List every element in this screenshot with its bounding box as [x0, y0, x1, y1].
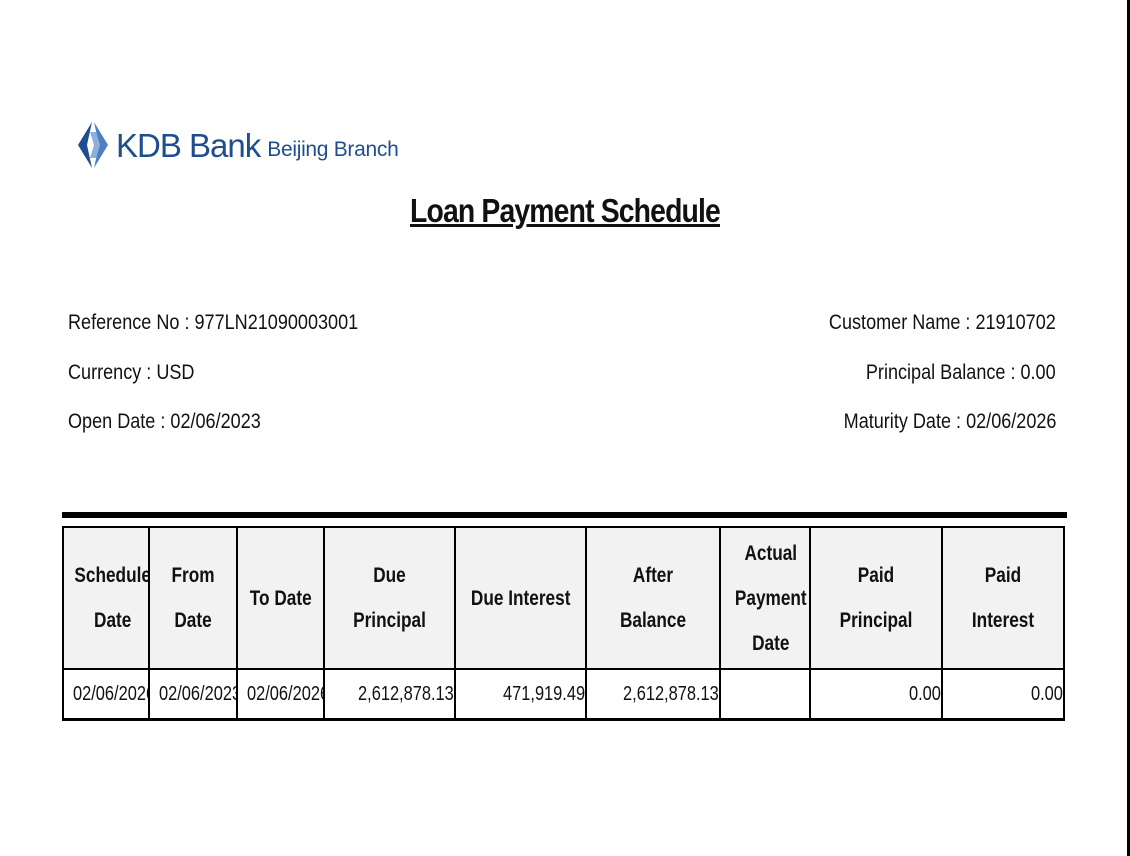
cell-paid-interest: 0.00 — [941, 668, 1065, 721]
header-actual-payment-date: Actual Payment Date — [719, 526, 811, 670]
currency: Currency : USD — [68, 361, 195, 384]
header-to-date: To Date — [236, 526, 325, 670]
section-divider — [62, 512, 1067, 518]
cell-after-balance: 2,612,878.13 — [585, 668, 721, 721]
cell-paid-principal: 0.00 — [809, 668, 943, 721]
open-date: Open Date : 02/06/2023 — [68, 410, 261, 433]
header-schedule-date: Schedule Date — [62, 526, 150, 670]
cell-due-principal: 2,612,878.13 — [323, 668, 456, 721]
branch-name: Beijing Branch — [267, 138, 399, 161]
customer-name: Customer Name : 21910702 — [829, 311, 1056, 334]
maturity-date: Maturity Date : 02/06/2026 — [843, 410, 1056, 433]
table-row: 02/06/2026 02/06/2023 02/06/2026 2,612,8… — [62, 668, 1065, 721]
payment-schedule-table: Schedule Date From Date To Date Due Prin… — [62, 526, 1065, 721]
header-paid-interest: Paid Interest — [941, 526, 1065, 670]
document-title: Loan Payment Schedule — [410, 192, 721, 229]
header-due-interest: Due Interest — [454, 526, 587, 670]
cell-schedule-date: 02/06/2026 — [62, 668, 150, 721]
reference-no: Reference No : 977LN21090003001 — [68, 311, 359, 334]
cell-to-date: 02/06/2026 — [236, 668, 325, 721]
header-paid-principal: Paid Principal — [809, 526, 943, 670]
cell-from-date: 02/06/2023 — [148, 668, 238, 721]
kdb-emblem-icon — [78, 122, 108, 168]
header-from-date: From Date — [148, 526, 238, 670]
bank-logo: KDB Bank Beijing Branch — [76, 118, 399, 174]
cell-actual-payment-date — [719, 668, 811, 721]
bank-name: KDB Bank — [116, 127, 261, 164]
header-due-principal: Due Principal — [323, 526, 456, 670]
table-header-row: Schedule Date From Date To Date Due Prin… — [62, 526, 1065, 670]
cell-due-interest: 471,919.49 — [454, 668, 587, 721]
principal-balance: Principal Balance : 0.00 — [866, 361, 1056, 384]
header-after-balance: After Balance — [585, 526, 721, 670]
